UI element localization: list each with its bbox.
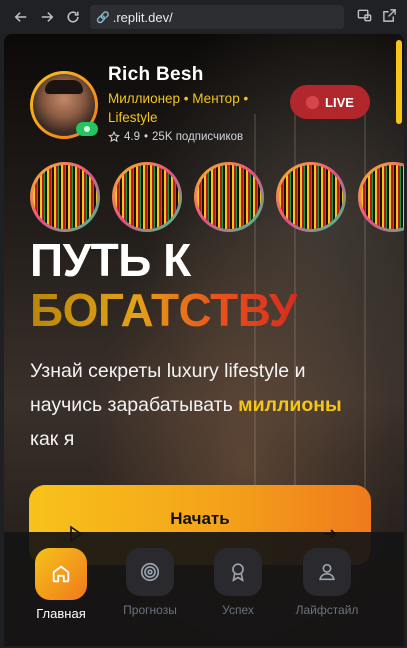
award-icon <box>232 563 244 582</box>
address-bar[interactable]: 🔗 .replit.dev/ <box>90 5 344 29</box>
link-icon: 🔗 <box>96 11 110 24</box>
nav-label-success: Успех <box>222 603 254 617</box>
cast-icon[interactable] <box>357 8 372 23</box>
forward-button[interactable] <box>34 4 60 30</box>
reload-icon <box>67 11 79 23</box>
hero-subtitle: Узнай секреты luxury lifestyle и научись… <box>30 360 342 450</box>
open-external-icon[interactable] <box>382 8 397 23</box>
reload-button[interactable] <box>60 4 86 30</box>
arrow-right-icon <box>41 12 54 22</box>
story-item[interactable] <box>112 162 182 232</box>
target-icon <box>140 562 160 582</box>
nav-label-home: Главная <box>36 606 86 621</box>
story-item[interactable] <box>194 162 264 232</box>
hero-title-line2: БОГАТСТВУ <box>30 284 297 336</box>
story-item[interactable] <box>30 162 100 232</box>
stories-row[interactable] <box>30 162 404 234</box>
online-status-badge <box>76 122 98 136</box>
live-button[interactable]: LIVE <box>290 85 370 119</box>
hero-subtitle-highlight: миллионы <box>238 394 342 416</box>
profile-tagline: Миллионер • Ментор • Lifestyle <box>108 91 249 125</box>
user-icon <box>319 563 335 581</box>
nav-item-predictions[interactable]: Прогнозы <box>110 548 190 617</box>
app-viewport: Rich Besh Миллионер • Ментор • Lifestyle… <box>4 34 404 646</box>
nav-item-home[interactable]: Главная <box>21 548 101 621</box>
browser-toolbar: 🔗 .replit.dev/ <box>0 0 407 34</box>
nav-item-lifestyle[interactable]: Лайфстайл <box>287 548 367 617</box>
arrow-left-icon <box>14 12 27 22</box>
profile-name: Rich Besh <box>108 64 204 85</box>
home-icon <box>52 565 70 583</box>
url-text: .replit.dev/ <box>112 9 173 25</box>
back-button[interactable] <box>8 4 34 30</box>
nav-item-success[interactable]: Успех <box>198 548 278 617</box>
nav-label-predictions: Прогнозы <box>123 603 177 617</box>
bottom-navigation: Главная Прогнозы Успех Лайфстайл <box>4 532 404 646</box>
hero-title-line1: ПУТЬ К <box>30 234 191 286</box>
live-dot-icon <box>306 95 320 109</box>
live-label: LIVE <box>325 94 354 110</box>
story-item[interactable] <box>358 162 404 232</box>
nav-label-lifestyle: Лайфстайл <box>295 603 359 617</box>
profile-rating: 4.9 • 25K подписчиков <box>108 131 243 143</box>
scrollbar-thumb[interactable] <box>396 40 402 124</box>
rating-value: 4.9 <box>124 131 140 143</box>
star-icon <box>108 131 120 143</box>
subscriber-count: 25K подписчиков <box>152 131 244 143</box>
story-item[interactable] <box>276 162 346 232</box>
